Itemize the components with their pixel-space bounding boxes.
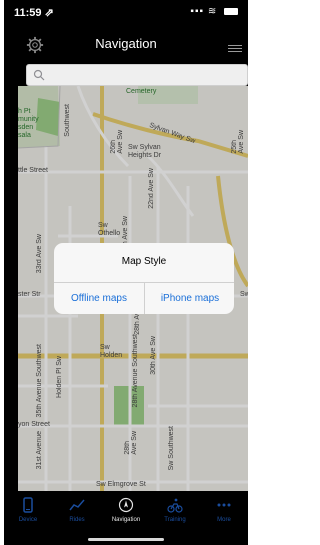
navigation-bar: Navigation xyxy=(4,24,248,64)
page-title: Navigation xyxy=(95,36,157,51)
home-indicator xyxy=(88,538,164,541)
list-icon[interactable] xyxy=(228,45,242,53)
search-input[interactable] xyxy=(26,64,248,86)
status-bar: 11:59 ⇗ ▪▪▪ ≋ xyxy=(4,0,248,24)
phone-icon xyxy=(23,497,33,513)
phone-screen: 11:59 ⇗ ▪▪▪ ≋ Navigation Cemetery h Pt m… xyxy=(4,0,248,545)
status-indicators: ▪▪▪ ≋ xyxy=(190,6,238,17)
tab-label-rides: Rides xyxy=(69,517,85,523)
status-time: 11:59 ⇗ xyxy=(14,7,54,19)
battery-icon xyxy=(224,7,238,15)
tab-bar: Device Rides Navigation Training More xyxy=(4,491,248,545)
search-icon xyxy=(33,69,45,81)
chart-icon xyxy=(69,499,85,511)
tab-training[interactable]: Training xyxy=(151,497,199,523)
map-style-dialog: Map Style Offline maps iPhone maps xyxy=(54,243,234,314)
tab-label-training: Training xyxy=(164,517,186,523)
iphone-maps-button[interactable]: iPhone maps xyxy=(145,283,234,314)
tab-rides[interactable]: Rides xyxy=(53,497,101,523)
tab-label-more: More xyxy=(217,517,231,523)
tab-label-device: Device xyxy=(18,517,38,523)
signal-icon: ▪▪▪ ≋ xyxy=(190,6,218,17)
offline-maps-button[interactable]: Offline maps xyxy=(54,283,144,314)
cyclist-icon xyxy=(167,498,183,513)
tab-navigation[interactable]: Navigation xyxy=(102,497,150,523)
tab-label-navigation: Navigation xyxy=(111,517,141,523)
dialog-title: Map Style xyxy=(121,256,167,267)
tab-more[interactable]: More xyxy=(200,497,248,523)
compass-icon xyxy=(118,497,134,513)
more-icon xyxy=(217,503,231,507)
tab-device[interactable]: Device xyxy=(4,497,52,523)
